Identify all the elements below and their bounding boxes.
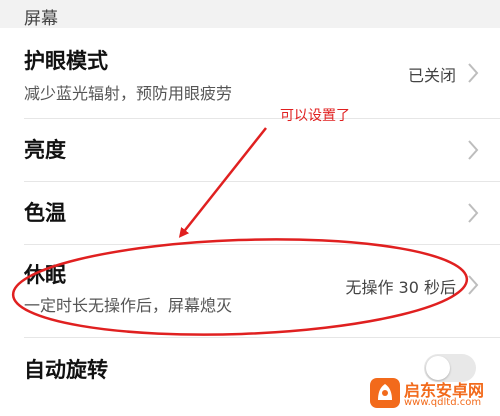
brightness-row[interactable]: 亮度: [0, 119, 500, 181]
brightness-title: 亮度: [24, 138, 66, 162]
chevron-right-icon: [468, 203, 479, 223]
watermark: 启东安卓网 www.qdltd.com: [370, 376, 496, 412]
chevron-right-icon: [468, 275, 479, 295]
auto-rotate-title: 自动旋转: [24, 358, 108, 382]
sleep-title: 休眠: [24, 263, 66, 287]
color-temperature-title: 色温: [24, 201, 66, 225]
settings-list: 护眼模式 减少蓝光辐射，预防用眼疲劳 已关闭 亮度 色温 休眠 一定时长无操作后…: [0, 28, 500, 416]
section-title: 屏幕: [24, 9, 58, 29]
eye-comfort-subtitle: 减少蓝光辐射，预防用眼疲劳: [24, 84, 233, 103]
eye-comfort-title: 护眼模式: [24, 49, 108, 73]
eye-comfort-status: 已关闭: [407, 66, 456, 85]
watermark-logo-icon: [370, 378, 400, 408]
sleep-row[interactable]: 休眠 一定时长无操作后，屏幕熄灭 无操作 30 秒后: [0, 245, 500, 337]
eye-comfort-row[interactable]: 护眼模式 减少蓝光辐射，预防用眼疲劳 已关闭: [0, 28, 500, 118]
section-header: 屏幕: [0, 0, 500, 29]
annotation-text: 可以设置了: [280, 108, 350, 124]
chevron-right-icon: [468, 140, 479, 160]
sleep-subtitle: 一定时长无操作后，屏幕熄灭: [24, 296, 233, 315]
chevron-right-icon: [468, 63, 479, 83]
color-temperature-row[interactable]: 色温: [0, 182, 500, 244]
sleep-timeout-value: 无操作 30 秒后: [345, 278, 456, 297]
watermark-url: www.qdltd.com: [404, 397, 482, 408]
